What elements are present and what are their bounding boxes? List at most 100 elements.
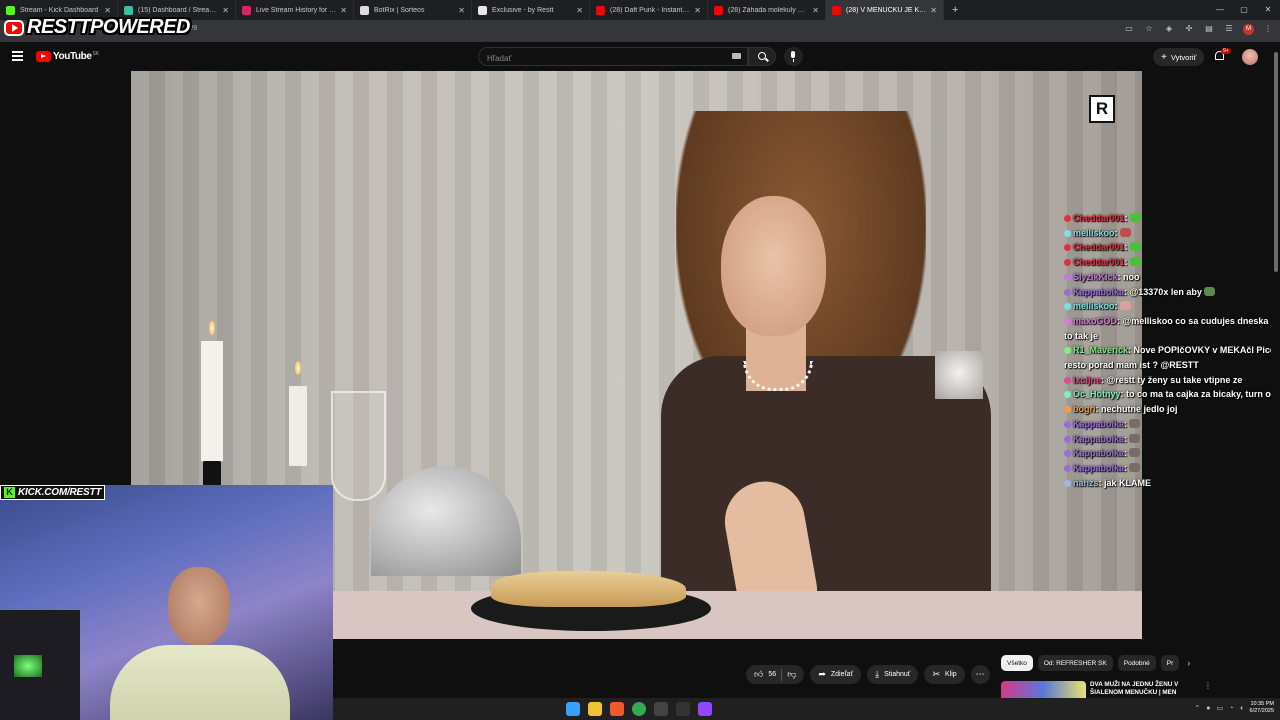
filter-chip[interactable]: Všetko [1001,655,1033,671]
menu-icon[interactable]: ☰ [1223,24,1235,35]
chat-text: : @restt ty ženy su take vtipne ze [1101,374,1243,385]
kick-handle-text: KICK.COM/RESTT [18,487,102,498]
chat-username: maxoGOD [1073,315,1118,326]
share-label: Zdieľať [830,671,854,678]
bookmark-star-icon[interactable]: ☆ [1143,24,1155,35]
close-icon[interactable]: ✕ [1256,0,1280,20]
more-horizontal-icon: ⋯ [975,669,985,679]
clip-button[interactable]: ✂ Klip [924,665,965,684]
terminal-icon[interactable] [654,702,668,716]
sidebar-icon[interactable]: ▤ [1203,24,1215,35]
chat-message: melliskoo: [1064,226,1278,241]
voice-search-button[interactable] [784,47,803,66]
chevron-right-icon[interactable]: › [1187,658,1190,668]
user-badge-icon [1064,376,1071,384]
share-button[interactable]: ➦ Zdieľať [810,665,862,684]
page-scrollbar[interactable] [1271,44,1280,699]
recommended-title[interactable]: DVA MUŽI NA JEDNU ŽENU V ŠIALENOM MENUČK… [1090,681,1200,699]
tab-close-icon[interactable]: ✕ [458,6,465,15]
keyboard-icon[interactable] [732,53,741,59]
user-badge-icon [1064,273,1071,281]
microphone-icon[interactable]: ● [1206,705,1210,712]
recommended-video[interactable]: DVA MUŽI NA JEDNU ŽENU V ŠIALENOM MENUČK… [1001,681,1271,699]
account-avatar[interactable] [1242,49,1258,65]
filter-chip[interactable]: Pr [1160,655,1180,671]
chat-text: : jak KLAME [1098,477,1152,488]
new-tab-icon[interactable]: + [944,4,966,16]
minimize-icon[interactable]: — [1208,0,1232,20]
hamburger-menu-icon[interactable] [12,51,23,61]
monitor-icon[interactable]: ▭ [1216,704,1223,712]
notifications-button[interactable]: 9+ [1213,48,1231,64]
maximize-icon[interactable]: ▢ [1232,0,1256,20]
video-crepe [491,571,686,607]
browser-tab[interactable]: (28) V MENUČKU JE KONE ✕ [826,0,944,20]
chat-message: Kappaboika: [1064,417,1278,432]
window-controls: — ▢ ✕ [1208,0,1280,20]
cast-icon[interactable]: ▭ [1123,24,1135,35]
create-button[interactable]: + Vytvoriť [1153,48,1205,66]
download-button[interactable]: ⤓ Stiahnuť [867,665,919,684]
more-actions-button[interactable]: ⋯ [970,665,990,684]
webcam-green-light [14,655,42,677]
tab-close-icon[interactable]: ✕ [812,6,819,15]
chat-text: : [1124,257,1128,268]
extension-icon[interactable]: ◈ [1163,24,1175,35]
tab-close-icon[interactable]: ✕ [104,6,111,15]
tab-close-icon[interactable]: ✕ [222,6,229,15]
obs-icon[interactable] [676,702,690,716]
chat-text: : nechutne jedlo joj [1095,404,1178,415]
tab-close-icon[interactable]: ✕ [694,6,701,15]
filter-chip[interactable]: Podobné [1117,655,1156,671]
thumbs-up-icon[interactable]: 👍︎ [754,669,763,680]
search-input[interactable] [479,50,709,67]
address-bar[interactable]: eMNW8 ▭ ☆ ◈ ✣ ▤ ☰ M ⋮ [0,20,1280,42]
chat-message: melliskoo: [1064,299,1278,314]
tab-close-icon[interactable]: ✕ [930,6,937,15]
browser-tab[interactable]: (28) Záhada molekuly DMT a p✕ [708,0,826,20]
user-badge-icon [1064,317,1071,325]
tab-close-icon[interactable]: ✕ [340,6,347,15]
filter-chip[interactable]: Od: REFRESHER SK [1037,655,1113,671]
chrome-icon[interactable] [632,702,646,716]
botrix-icon [360,5,369,15]
twitch-icon[interactable] [698,702,712,716]
chat-text: : [1114,227,1118,238]
like-dislike-group[interactable]: 👍︎ 56 👎︎ [746,665,805,684]
video-actions: 👍︎ 56 👎︎ ➦ Zdieľať ⤓ Stiahnuť ✂ Klip ⋯ [746,665,990,684]
scrollbar-thumb[interactable] [1274,52,1278,272]
user-badge-icon [1064,215,1071,222]
browser-tab[interactable]: Live Stream History for Blerp St ✕ [236,0,354,20]
browser-tab[interactable]: BotRix | Sorteos ✕ [354,0,472,20]
taskbar-apps [566,702,712,716]
chevron-up-icon[interactable]: ⌃ [1194,704,1200,712]
profile-avatar[interactable]: M [1243,24,1254,35]
browser-tab[interactable]: Exclusive - by Restt ✕ [472,0,590,20]
chat-message: Kappaboika: [1064,446,1278,461]
tab-label: (28) V MENUČKU JE KONE [846,6,927,14]
youtube-logo[interactable]: YouTube SK [36,51,99,62]
create-label: Vytvoriť [1170,52,1197,62]
taskbar-clock[interactable]: 10:35 PM 6/27/2025 [1250,701,1274,715]
brave-icon[interactable] [610,702,624,716]
recommended-thumbnail[interactable] [1001,681,1086,699]
browser-tab[interactable]: (28) Daft Punk - Instant Crush ✕ [590,0,708,20]
chat-emote-icon [1203,286,1215,296]
chat-text: : @13370x len aby [1124,286,1202,297]
tab-close-icon[interactable]: ✕ [576,6,583,15]
puzzle-icon[interactable]: ✣ [1183,24,1195,35]
thumbs-down-icon[interactable]: 👎︎ [787,669,796,680]
chat-message: Kappaboika: [1064,461,1278,476]
clip-label: Klip [944,671,957,678]
volume-icon[interactable]: ◖ [1239,705,1243,712]
kick-handle-badge: K KICK.COM/RESTT [0,485,106,500]
network-icon[interactable]: ◔ [1229,705,1233,712]
chat-message: Kappaboika: @13370x len aby [1064,285,1278,300]
kebab-menu-icon[interactable]: ⋮ [1262,24,1274,35]
chat-username: Cheddar001 [1073,257,1125,268]
search-button[interactable] [748,47,776,66]
kebab-menu-icon[interactable]: ⋮ [1204,681,1212,699]
windows-start-icon[interactable] [566,702,580,716]
search-box[interactable] [478,47,748,67]
file-explorer-icon[interactable] [588,702,602,716]
